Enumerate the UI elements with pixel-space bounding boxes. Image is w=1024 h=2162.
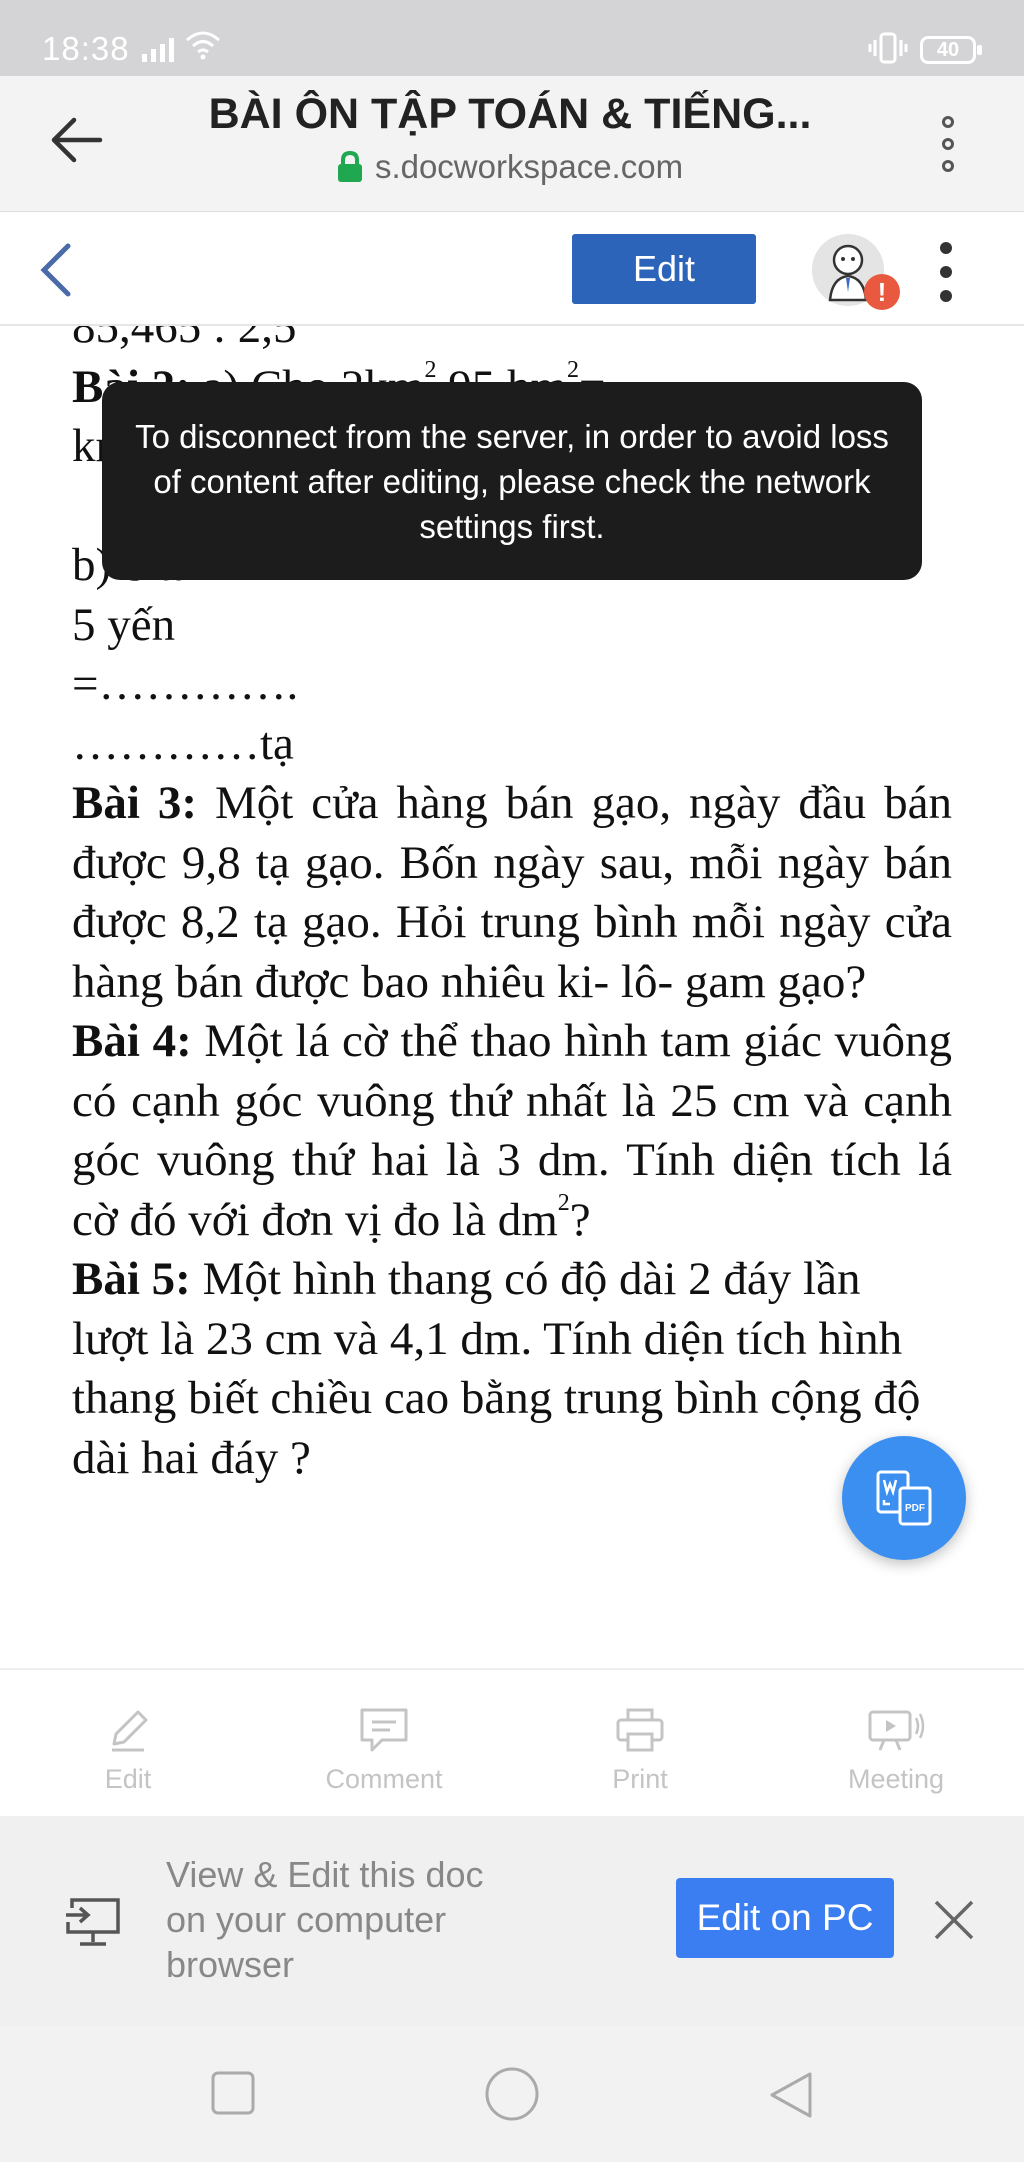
exercise-4: Bài 4: Một lá cờ thể thao hình tam giác … (72, 1015, 953, 1246)
url-text: s.docworkspace.com (374, 148, 684, 185)
signal-icon (142, 36, 174, 62)
exercise-label: Bài 4: (72, 1015, 192, 1067)
edit-action[interactable]: Edit (0, 1670, 256, 1816)
lock-icon (337, 151, 362, 182)
pencil-icon (112, 1710, 148, 1752)
alert-badge: ! (864, 274, 900, 310)
word-to-pdf-icon: PDF (876, 1470, 932, 1526)
wifi-icon (186, 31, 220, 60)
vibrate-icon (868, 32, 908, 64)
system-nav-bar (0, 2026, 1024, 2162)
word-to-pdf-button[interactable]: PDF (842, 1436, 966, 1560)
edit-on-pc-banner: View & Edit this doc on your computer br… (0, 1816, 1024, 2026)
meeting-action[interactable]: Meeting (768, 1670, 1024, 1816)
comment-action-label: Comment (325, 1764, 443, 1794)
home-circle-icon[interactable] (484, 2066, 540, 2122)
doc-line: =…………. (72, 658, 299, 710)
back-arrow-icon[interactable] (48, 116, 104, 164)
action-bar: Edit Comment Print Meeting (0, 1668, 1024, 1816)
exercise-5: Bài 5: Một hình thang có độ dài 2 đáy lầ… (72, 1253, 921, 1484)
svg-text:PDF: PDF (905, 1503, 925, 1514)
more-vertical-icon[interactable] (942, 116, 954, 172)
edit-on-pc-button[interactable]: Edit on PC (676, 1878, 894, 1958)
more-vertical-icon[interactable] (940, 242, 952, 302)
document-toolbar: Edit ! (0, 212, 1024, 326)
network-warning-toast: To disconnect from the server, in order … (102, 382, 922, 580)
banner-text: View & Edit this doc on your computer br… (166, 1854, 484, 1985)
browser-bar: BÀI ÔN TẬP TOÁN & TIẾNG... s.docworkspac… (0, 76, 1024, 212)
status-time: 18:38 (42, 30, 130, 67)
print-action-label: Print (612, 1764, 668, 1794)
edit-button[interactable]: Edit (572, 234, 756, 304)
doc-line: …………tạ (72, 717, 294, 770)
url-display[interactable]: s.docworkspace.com (150, 148, 870, 186)
doc-line: 5 yến (72, 598, 176, 651)
printer-icon (616, 1708, 664, 1752)
print-action[interactable]: Print (512, 1670, 768, 1816)
comment-icon (360, 1708, 408, 1752)
doc-line: 85,465 : 2,5 (72, 326, 297, 353)
chevron-left-icon[interactable] (36, 242, 76, 298)
exercise-label: Bài 3: (72, 777, 197, 829)
recents-square-icon[interactable] (210, 2070, 256, 2116)
back-triangle-icon[interactable] (766, 2070, 814, 2120)
page-title: BÀI ÔN TẬP TOÁN & TIẾNG... (208, 90, 812, 138)
close-icon[interactable] (932, 1898, 976, 1942)
status-bar: 18:38 40 (0, 0, 1024, 76)
meeting-icon (868, 1710, 925, 1751)
computer-icon (66, 1898, 120, 1946)
comment-action[interactable]: Comment (256, 1670, 512, 1816)
edit-action-label: Edit (104, 1764, 152, 1794)
meeting-action-label: Meeting (847, 1764, 945, 1794)
exercise-label: Bài 5: (72, 1253, 191, 1305)
battery-icon: 40 (920, 36, 982, 64)
exercise-3: Bài 3: Một cửa hàng bán gạo, ngày đầu bá… (72, 777, 952, 1008)
